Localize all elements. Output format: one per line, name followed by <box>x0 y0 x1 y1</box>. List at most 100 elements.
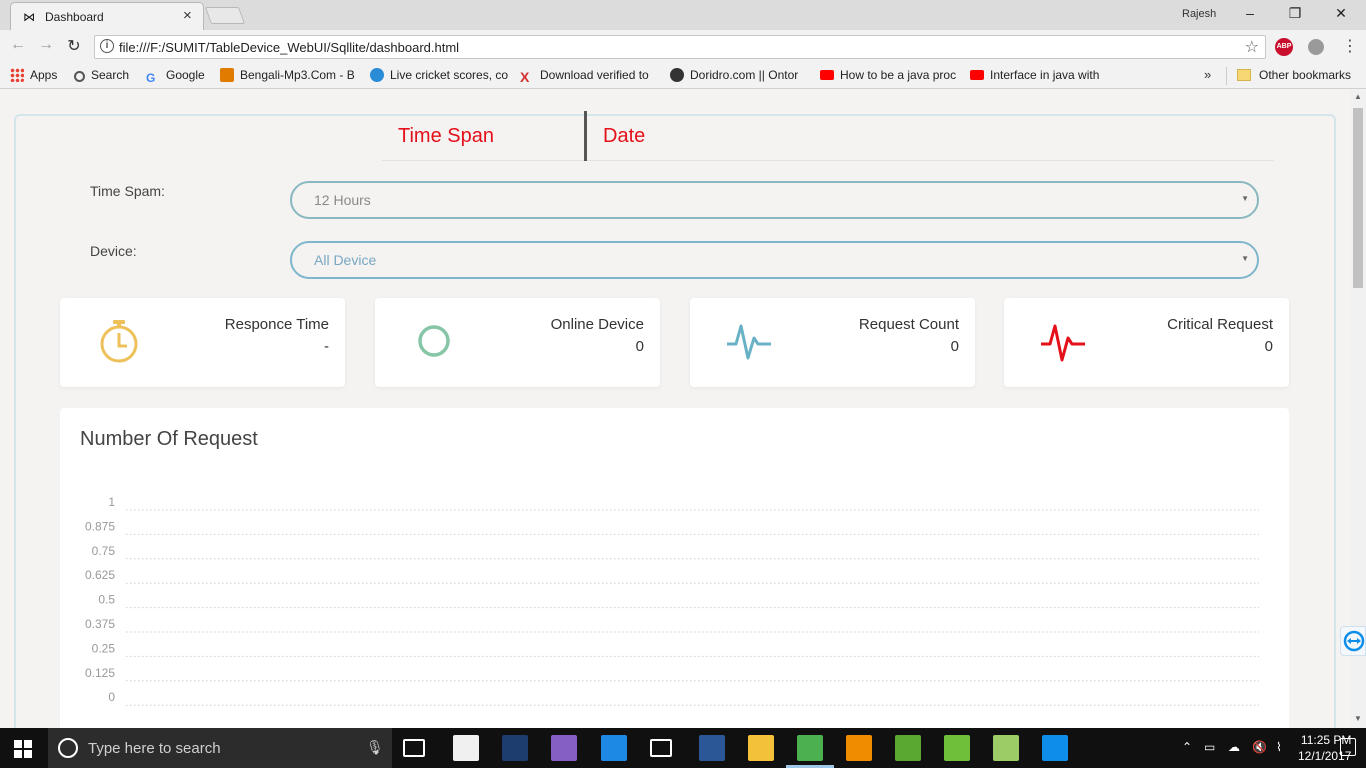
bookmark-label: Doridro.com || Ontor <box>690 68 799 82</box>
bookmark-doridro[interactable]: Doridro.com || Ontor <box>670 68 806 82</box>
google-icon: G <box>146 71 156 85</box>
music-icon <box>220 68 234 82</box>
card-response-time: Responce Time - <box>60 298 345 387</box>
new-tab-button[interactable] <box>204 7 246 24</box>
teamviewer-icon[interactable] <box>1042 735 1068 761</box>
cortana-icon <box>58 738 78 758</box>
profile-name[interactable]: Rajesh <box>1182 8 1216 20</box>
vlc-icon[interactable] <box>846 735 872 761</box>
reload-icon[interactable]: ↻ <box>64 36 84 56</box>
mail-icon[interactable] <box>650 739 672 757</box>
bookmark-label: Search <box>91 68 130 82</box>
bookmark-label: Download verified to <box>540 68 649 82</box>
extension-icon[interactable] <box>1308 39 1324 55</box>
card-critical-request: Critical Request 0 <box>1004 298 1289 387</box>
browser-menu-icon[interactable]: ⋮ <box>1342 36 1358 56</box>
adblock-plus-icon[interactable]: ABP <box>1275 38 1293 56</box>
x-icon: X <box>520 69 530 83</box>
dropdown-arrow-icon: ▼ <box>1241 194 1249 203</box>
apps-grid-icon <box>10 68 24 82</box>
bookmark-bengali-mp3[interactable]: Bengali-Mp3.Com - B <box>220 68 358 82</box>
tab-title: Dashboard <box>45 10 104 24</box>
bookmark-apps[interactable]: Apps <box>10 68 57 82</box>
close-window-icon[interactable]: ✕ <box>1326 5 1356 22</box>
teamviewer-side-panel-icon[interactable] <box>1340 626 1366 656</box>
photoshop-icon[interactable] <box>502 735 528 761</box>
scrollbar-thumb[interactable] <box>1353 108 1363 288</box>
green-app-icon[interactable] <box>895 735 921 761</box>
tray-chevron-icon[interactable]: ⌃ <box>1182 740 1192 754</box>
back-arrow-icon[interactable]: ← <box>8 36 28 54</box>
card-value: 0 <box>1264 338 1273 355</box>
bookmark-interface-java[interactable]: Interface in java with <box>970 68 1110 82</box>
action-center-icon[interactable] <box>1340 738 1356 756</box>
scroll-up-arrow-icon[interactable]: ▲ <box>1354 92 1362 101</box>
bookmarks-overflow-button[interactable]: » <box>1204 67 1211 82</box>
device-select[interactable]: All Device ▼ <box>290 241 1259 279</box>
onedrive-icon[interactable]: ☁ <box>1228 740 1240 754</box>
windows-start-icon[interactable] <box>14 740 32 758</box>
page-viewport: Time Span Date Time Spam: 12 Hours ▼ Dev… <box>0 90 1350 728</box>
device-label: Device: <box>90 243 137 259</box>
visual-studio-icon[interactable] <box>551 735 577 761</box>
chart-y-tick-label: 1 <box>108 495 115 509</box>
browser-tab-dashboard[interactable]: ⋈ Dashboard × <box>10 2 204 30</box>
tab-close-button[interactable]: × <box>183 7 192 24</box>
bookmark-google[interactable]: G Google <box>146 68 205 85</box>
wifi-icon[interactable]: ⌇ <box>1276 740 1282 754</box>
bookmark-download-verified[interactable]: X Download verified to <box>520 68 658 83</box>
card-title: Responce Time <box>224 316 329 333</box>
card-title: Online Device <box>550 316 644 333</box>
word-icon[interactable] <box>699 735 725 761</box>
forward-arrow-icon[interactable]: → <box>36 36 56 54</box>
volume-mute-icon[interactable]: 🔇 <box>1252 740 1267 754</box>
microphone-icon[interactable]: 🎙 <box>366 739 384 756</box>
tab-date[interactable]: Date <box>603 125 645 148</box>
card-request-count: Request Count 0 <box>690 298 975 387</box>
chart-y-tick-label: 0.75 <box>92 544 116 558</box>
card-online-device: Online Device 0 <box>375 298 660 387</box>
card-title: Critical Request <box>1167 316 1273 333</box>
taskbar-search[interactable]: Type here to search 🎙 <box>48 728 392 768</box>
scroll-down-arrow-icon[interactable]: ▼ <box>1354 714 1362 723</box>
device-value: All Device <box>314 252 377 268</box>
edge-icon[interactable] <box>601 735 627 761</box>
time-span-value: 12 Hours <box>314 192 371 208</box>
info-icon[interactable]: i <box>100 39 114 53</box>
address-bar[interactable]: i file:///F:/SUMIT/TableDevice_WebUI/Sql… <box>94 35 1266 59</box>
notepad-plus-icon[interactable] <box>993 735 1019 761</box>
battery-icon[interactable]: ▭ <box>1204 740 1215 754</box>
folder-icon <box>1237 69 1251 81</box>
chart-y-tick-label: 0.25 <box>92 641 116 655</box>
youtube-icon <box>970 70 984 80</box>
utorrent-icon[interactable] <box>944 735 970 761</box>
bookmark-label: Google <box>166 68 205 82</box>
file-explorer-icon[interactable] <box>748 735 774 761</box>
other-bookmarks[interactable]: Other bookmarks <box>1237 68 1351 82</box>
bookmark-label: Live cricket scores, co <box>390 68 508 82</box>
taskbar-search-placeholder: Type here to search <box>88 740 221 757</box>
store-icon[interactable] <box>453 735 479 761</box>
bookmark-search[interactable]: Search <box>74 68 129 82</box>
chart-y-tick-label: 0.5 <box>98 593 115 607</box>
bowtie-icon: ⋈ <box>23 10 35 24</box>
doridro-icon <box>670 68 684 82</box>
chart-y-tick-label: 0.625 <box>85 568 115 582</box>
chart-y-tick-label: 0.375 <box>85 617 115 631</box>
bookmark-java-pro[interactable]: How to be a java proc <box>820 68 958 82</box>
filter-tabs: Time Span Date <box>382 111 1274 161</box>
tab-time-span[interactable]: Time Span <box>398 125 494 148</box>
bookmark-live-cricket[interactable]: Live cricket scores, co <box>370 68 508 82</box>
bookmarks-bar: Apps Search G Google Bengali-Mp3.Com - B … <box>0 63 1366 89</box>
chart-y-tick-label: 0.125 <box>85 666 115 680</box>
time-span-select[interactable]: 12 Hours ▼ <box>290 181 1259 219</box>
bookmark-star-icon[interactable]: ☆ <box>1245 37 1259 57</box>
circle-icon <box>418 325 450 357</box>
minimize-icon[interactable]: – <box>1235 5 1265 21</box>
search-icon <box>74 71 85 82</box>
address-url[interactable]: file:///F:/SUMIT/TableDevice_WebUI/Sqlli… <box>119 40 459 55</box>
chrome-icon[interactable] <box>797 735 823 761</box>
task-view-icon[interactable] <box>403 739 425 757</box>
heartbeat-icon <box>1041 324 1085 362</box>
restore-icon[interactable]: ❐ <box>1280 5 1310 22</box>
